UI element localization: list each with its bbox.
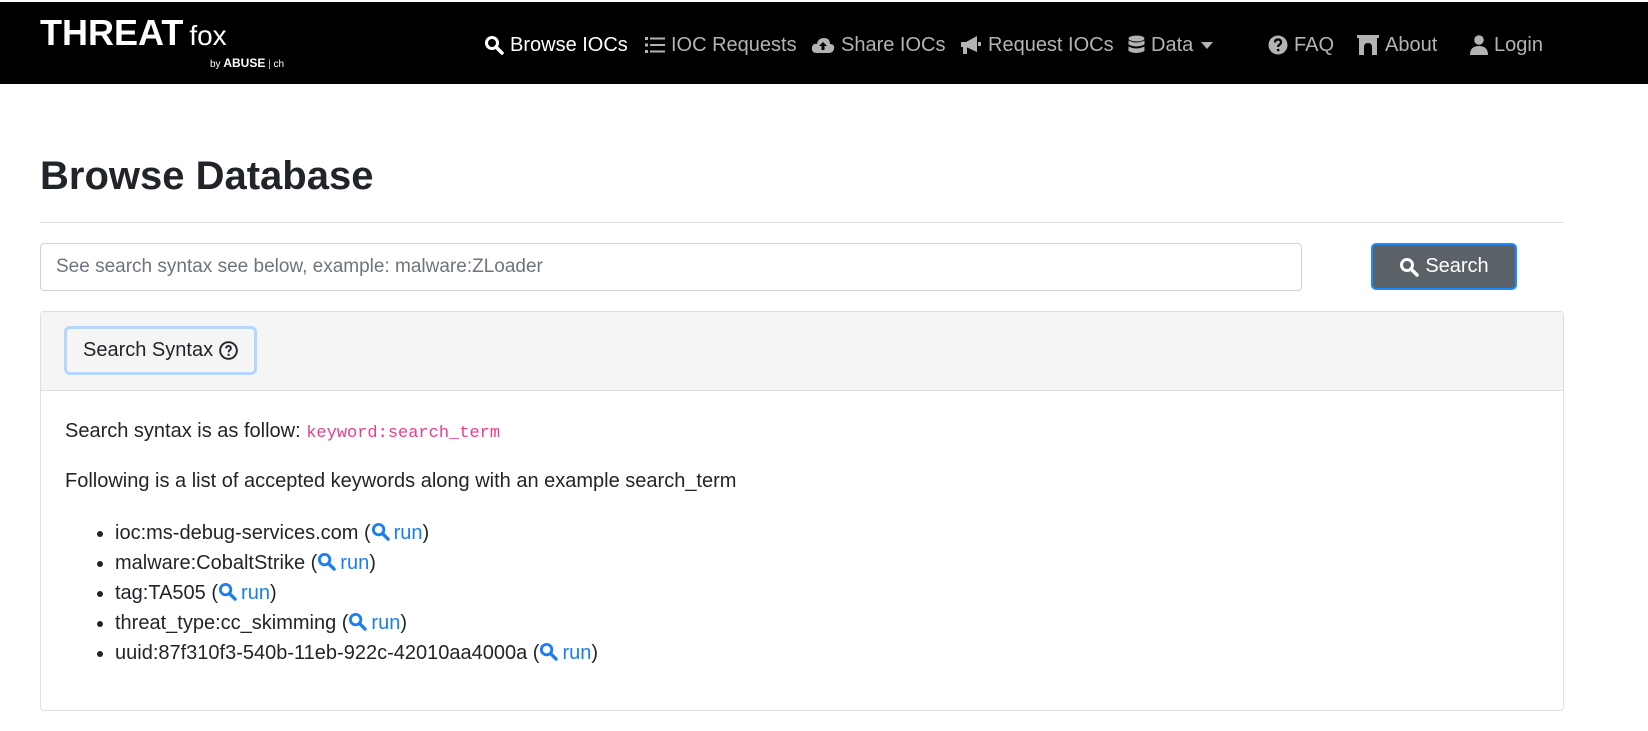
syntax-code: keyword:search_term bbox=[306, 424, 501, 443]
logo-ch-text: ch bbox=[273, 59, 285, 70]
run-example-link[interactable]: run bbox=[371, 522, 423, 544]
search-icon bbox=[218, 582, 237, 601]
logo-by-text: by bbox=[210, 59, 221, 70]
run-example-link[interactable]: run bbox=[539, 642, 591, 664]
question-circle-icon bbox=[1268, 35, 1288, 55]
search-input[interactable] bbox=[40, 243, 1302, 291]
nav-browse-iocs[interactable]: Browse IOCs bbox=[484, 30, 628, 60]
run-label: run bbox=[241, 582, 270, 604]
user-icon bbox=[1470, 35, 1488, 55]
card-header: Search Syntax bbox=[41, 312, 1563, 391]
top-navbar: THREAT fox by ABUSE | ch Browse IOCs IOC … bbox=[0, 0, 1648, 84]
list-icon bbox=[645, 37, 665, 53]
list-item: malware:CobaltStrike (run) bbox=[115, 548, 598, 578]
nav-label: IOC Requests bbox=[671, 33, 797, 56]
run-example-link[interactable]: run bbox=[348, 612, 400, 634]
search-button-label: Search bbox=[1425, 255, 1489, 277]
nav-ioc-requests[interactable]: IOC Requests bbox=[645, 30, 797, 60]
search-icon bbox=[318, 552, 337, 571]
database-icon bbox=[1128, 35, 1145, 53]
run-label: run bbox=[371, 612, 401, 634]
example-keyword: tag:TA505 bbox=[115, 582, 206, 604]
nav-label: Browse IOCs bbox=[510, 33, 628, 56]
title-divider bbox=[40, 222, 1564, 223]
search-icon bbox=[485, 36, 504, 55]
search-syntax-label: Search Syntax bbox=[83, 339, 214, 361]
syntax-intro: Search syntax is as follow: keyword:sear… bbox=[65, 420, 500, 443]
nav-label: Request IOCs bbox=[988, 33, 1114, 56]
logo-byline: by ABUSE | ch bbox=[210, 56, 285, 70]
nav-label: Data bbox=[1151, 33, 1194, 56]
list-item: uuid:87f310f3-540b-11eb-922c-42010aa4000… bbox=[115, 638, 598, 668]
keyword-examples-list: ioc:ms-debug-services.com (run) malware:… bbox=[65, 518, 598, 668]
search-icon bbox=[540, 642, 559, 661]
example-keyword: threat_type:cc_skimming bbox=[115, 612, 337, 634]
search-icon bbox=[1400, 257, 1420, 277]
run-label: run bbox=[340, 552, 370, 574]
run-example-link[interactable]: run bbox=[218, 582, 270, 604]
run-label: run bbox=[562, 642, 592, 664]
syntax-intro-text: Search syntax is as follow: bbox=[65, 420, 307, 442]
logo-fox-text: fox bbox=[189, 20, 227, 51]
nav-request-iocs[interactable]: Request IOCs bbox=[960, 30, 1114, 60]
bullhorn-icon bbox=[961, 36, 981, 54]
list-item: ioc:ms-debug-services.com (run) bbox=[115, 518, 598, 548]
search-icon bbox=[371, 522, 390, 541]
search-syntax-toggle[interactable]: Search Syntax bbox=[64, 326, 258, 375]
search-icon bbox=[349, 612, 368, 631]
keywords-intro: Following is a list of accepted keywords… bbox=[65, 470, 737, 492]
nav-about[interactable]: About bbox=[1357, 30, 1437, 60]
threatfox-logo[interactable]: THREAT fox by ABUSE | ch bbox=[40, 12, 284, 70]
chevron-down-icon bbox=[1201, 41, 1214, 49]
example-keyword: uuid:87f310f3-540b-11eb-922c-42010aa4000… bbox=[115, 642, 528, 664]
page-title: Browse Database bbox=[40, 154, 374, 198]
logo-abuse-text: ABUSE bbox=[223, 56, 266, 70]
logo-threat-text: THREAT bbox=[40, 12, 184, 53]
nav-label: Login bbox=[1494, 33, 1543, 56]
nav-data-dropdown[interactable]: Data bbox=[1128, 30, 1214, 60]
example-keyword: ioc:ms-debug-services.com bbox=[115, 522, 359, 544]
example-keyword: malware:CobaltStrike bbox=[115, 552, 306, 574]
nav-label: Share IOCs bbox=[841, 33, 946, 56]
nav-login[interactable]: Login bbox=[1470, 30, 1543, 60]
archway-icon bbox=[1357, 35, 1379, 55]
list-item: threat_type:cc_skimming (run) bbox=[115, 608, 598, 638]
nav-share-iocs[interactable]: Share IOCs bbox=[811, 30, 945, 60]
question-circle-icon bbox=[219, 341, 238, 360]
nav-label: About bbox=[1385, 33, 1438, 56]
cloud-upload-icon bbox=[811, 38, 835, 53]
list-item: tag:TA505 (run) bbox=[115, 578, 598, 608]
nav-faq[interactable]: FAQ bbox=[1268, 30, 1334, 60]
search-button[interactable]: Search bbox=[1371, 243, 1517, 290]
run-label: run bbox=[393, 522, 423, 544]
nav-label: FAQ bbox=[1294, 33, 1335, 56]
run-example-link[interactable]: run bbox=[317, 552, 369, 574]
